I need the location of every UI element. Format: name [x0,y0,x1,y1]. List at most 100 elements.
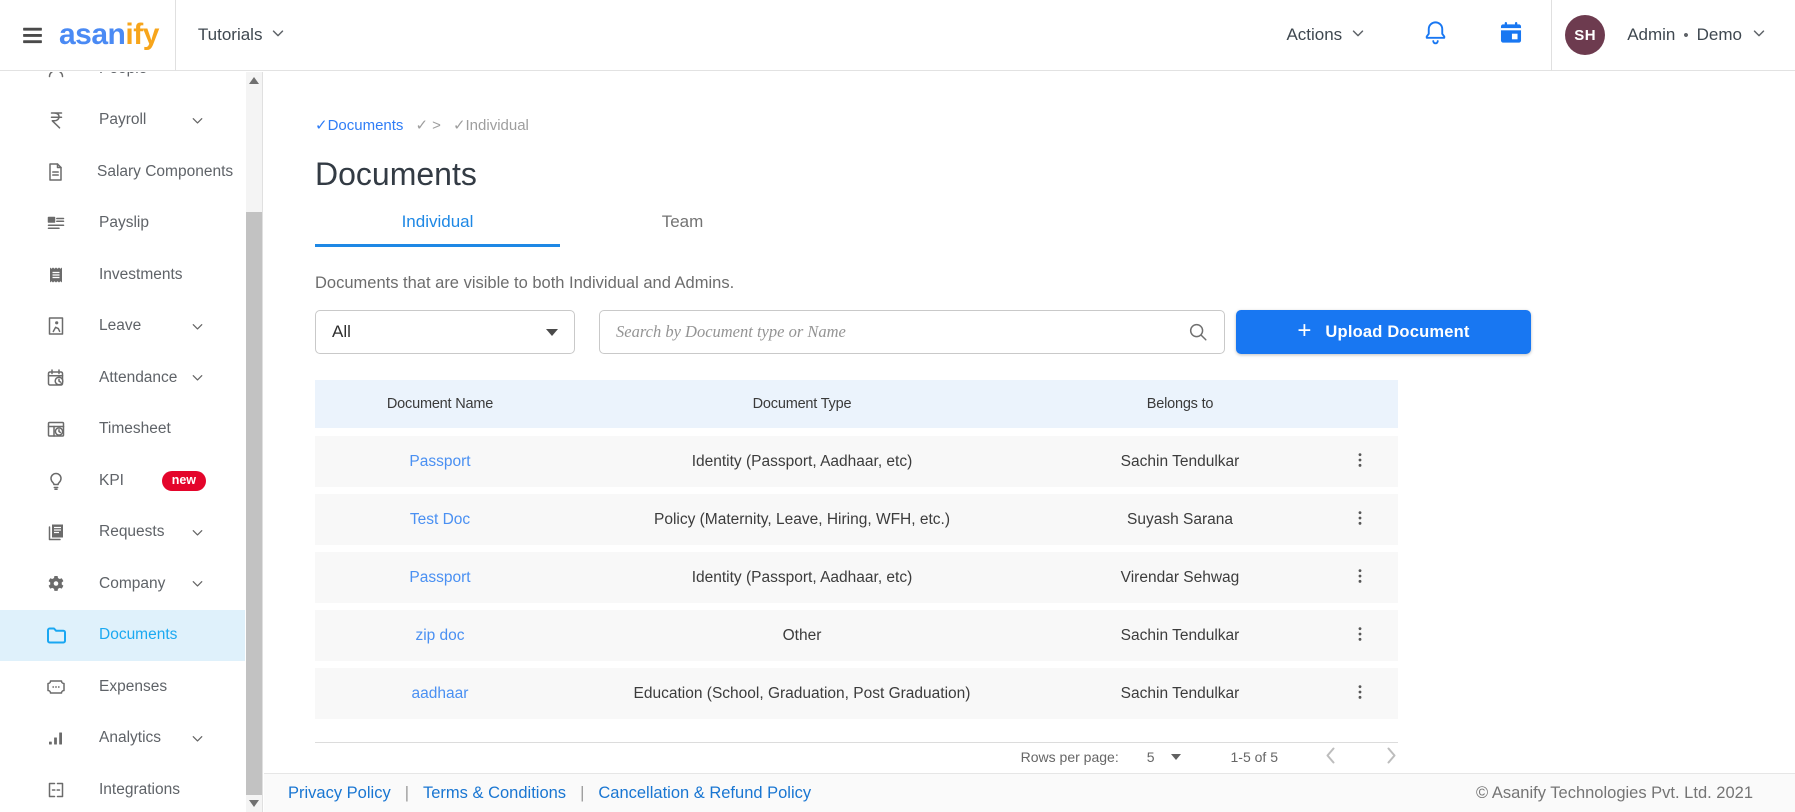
tutorials-label: Tutorials [198,25,263,45]
sidebar-item-documents[interactable]: Documents [0,610,245,662]
search-input[interactable] [599,310,1225,354]
table-bottom-divider [315,742,1398,743]
rows-per-page-label: Rows per page: [1021,749,1119,765]
user-menu[interactable]: Admin • Demo [1627,24,1768,47]
document-name-link[interactable]: Passport [409,569,470,586]
pagination-prev-button[interactable] [1324,746,1336,768]
sidebar-item-expenses[interactable]: Expenses [0,661,245,713]
sidebar-item-label: Payslip [99,214,149,232]
plus-icon: + [1297,319,1311,343]
bell-icon [1422,19,1449,51]
sidebar-item-integrations[interactable]: Integrations [0,764,245,812]
bar-chart-icon [44,727,68,749]
breadcrumb-separator: ✓ > [415,116,441,134]
copyright: © Asanify Technologies Pvt. Ltd. 2021 [1476,784,1753,803]
sidebar-item-label: Salary Components [97,163,233,181]
tab-team[interactable]: Team [560,200,805,247]
sidebar-item-kpi[interactable]: KPInew [0,455,245,507]
document-type-cell: Education (School, Graduation, Post Grad… [565,685,1039,703]
page-subtitle: Documents that are visible to both Indiv… [315,274,734,293]
sidebar-item-analytics[interactable]: Analytics [0,713,245,765]
chevron-left-icon [1324,746,1336,768]
column-header-document-name: Document Name [315,396,565,412]
sidebar-item-label: Leave [99,317,141,335]
avatar[interactable]: SH [1565,15,1605,55]
topbar-right: Actions SH Admin • Demo [1286,0,1795,71]
chevron-down-icon [189,730,206,747]
belongs-to-cell: Virendar Sehwag [1039,569,1321,587]
sidebar-item-label: Investments [99,266,183,284]
kebab-icon [1350,450,1370,473]
sidebar-item-people[interactable]: People [0,72,245,95]
footer-link-privacy-policy[interactable]: Privacy Policy [288,784,391,803]
pagination: Rows per page: 5 1-5 of 5 [1021,744,1398,770]
document-name-link[interactable]: aadhaar [412,685,469,702]
sidebar-item-payroll[interactable]: Payroll [0,95,245,147]
rows-per-page-value: 5 [1147,749,1155,765]
receipt-icon [44,264,68,286]
document-name-link[interactable]: Passport [409,453,470,470]
tabs: Individual Team [315,200,805,247]
sidebar-item-attendance[interactable]: Attendance [0,352,245,404]
chevron-down-icon [269,24,287,47]
sidebar-item-leave[interactable]: Leave [0,301,245,353]
row-actions-button[interactable] [1321,508,1398,531]
scrollbar-thumb[interactable] [246,212,262,795]
pagination-next-button[interactable] [1386,746,1398,768]
chevron-right-icon [1386,746,1398,768]
ticket-icon [44,676,68,698]
row-actions-button[interactable] [1321,566,1398,589]
sidebar-item-timesheet[interactable]: Timesheet [0,404,245,456]
sidebar-item-label: Expenses [99,678,167,696]
row-actions-button[interactable] [1321,624,1398,647]
search-icon [1187,321,1209,348]
page-title: Documents [315,154,477,194]
document-type-filter-value: All [332,322,351,342]
footer-link-cancellation-refund-policy[interactable]: Cancellation & Refund Policy [598,784,811,803]
bulb-icon [44,470,68,492]
table-row: Test DocPolicy (Maternity, Leave, Hiring… [315,494,1398,545]
actions-menu[interactable]: Actions [1286,24,1367,47]
sidebar-item-label: Payroll [99,111,146,129]
topbar-divider [175,0,176,71]
scrollbar-down-arrow[interactable] [249,800,259,807]
user-org: Demo [1697,25,1742,45]
tab-individual[interactable]: Individual [315,200,560,247]
table-row: zip docOtherSachin Tendulkar [315,610,1398,661]
table-row: aadhaar Education (School, Graduation, Po… [315,668,1398,719]
topbar-divider [1551,0,1552,71]
calendar-icon [1497,19,1525,52]
sidebar-item-label: Integrations [99,781,180,799]
sidebar-item-requests[interactable]: Requests [0,507,245,559]
sidebar-item-investments[interactable]: Investments [0,249,245,301]
row-actions-button[interactable] [1321,682,1398,705]
rows-per-page-select[interactable]: 5 [1147,749,1181,765]
sidebar-item-label: Analytics [99,729,161,747]
sidebar-item-company[interactable]: Company [0,558,245,610]
calendar-button[interactable] [1497,19,1525,52]
sidebar-item-payslip[interactable]: Payslip [0,198,245,250]
notifications-button[interactable] [1422,19,1449,51]
footer-link-terms-conditions[interactable]: Terms & Conditions [423,784,566,803]
document-name-link[interactable]: zip doc [415,627,464,644]
sidebar-scrollbar[interactable] [246,72,262,812]
gear-icon [44,573,68,595]
breadcrumb-documents-link[interactable]: ✓Documents [315,116,403,134]
row-actions-button[interactable] [1321,450,1398,473]
top-bar: asanify Tutorials Actions SH Admin • Dem… [0,0,1795,71]
filter-row: All + Upload Document [315,310,1531,354]
document-name-link[interactable]: Test Doc [410,511,470,528]
documents-table: Document NameDocument TypeBelongs to Pas… [315,380,1398,726]
document-type-filter[interactable]: All [315,310,575,354]
scrollbar-up-arrow[interactable] [249,77,259,84]
new-badge: new [162,471,206,491]
sidebar-item-salary-components[interactable]: Salary Components [0,146,245,198]
tutorials-menu[interactable]: Tutorials [198,24,288,47]
sidebar-item-label: Requests [99,523,164,541]
menu-icon[interactable] [20,23,45,48]
chevron-down-icon [1750,24,1768,47]
asanify-logo: asanify [59,18,159,52]
kebab-icon [1350,682,1370,705]
upload-document-button[interactable]: + Upload Document [1236,310,1531,354]
user-separator: • [1683,27,1688,44]
